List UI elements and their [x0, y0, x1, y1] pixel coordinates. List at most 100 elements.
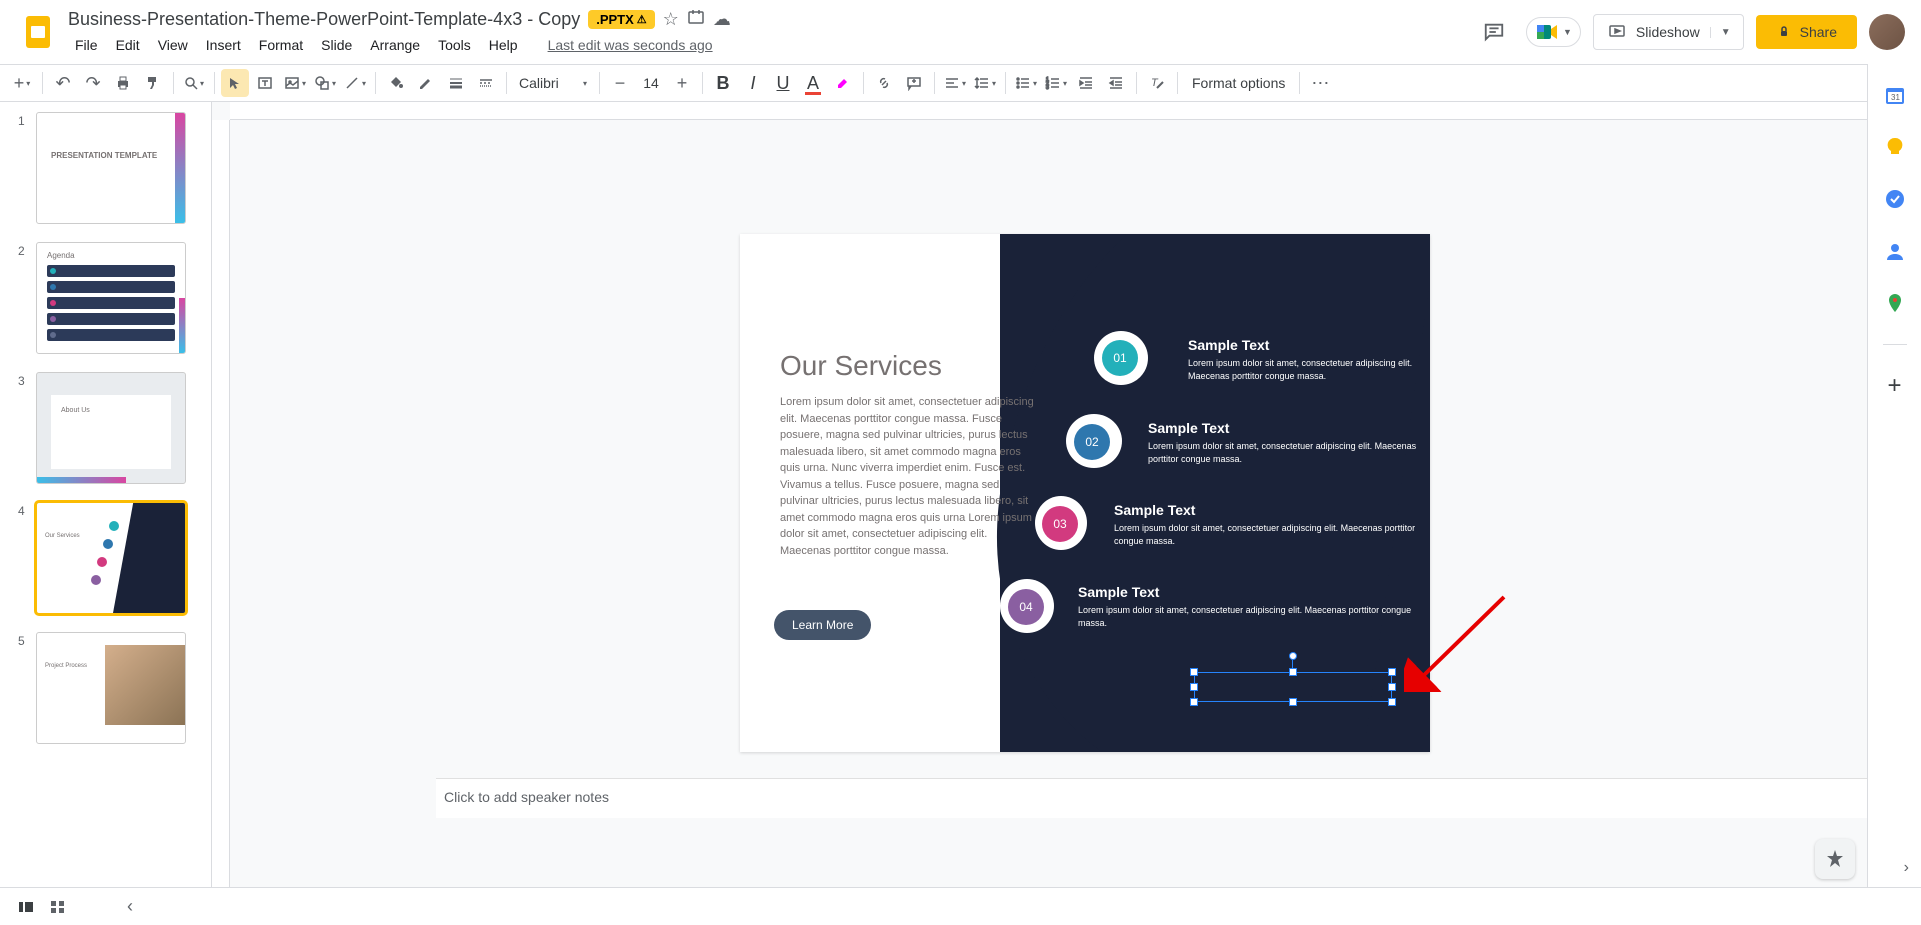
- select-tool[interactable]: [221, 69, 249, 97]
- slide-thumbnail-5[interactable]: Project Process: [36, 632, 186, 744]
- slide-thumbnail-2[interactable]: Agenda: [36, 242, 186, 354]
- text-color-button[interactable]: A: [799, 69, 827, 97]
- image-tool[interactable]: [281, 69, 309, 97]
- undo-button[interactable]: ↶: [49, 69, 77, 97]
- link-button[interactable]: [870, 69, 898, 97]
- star-icon[interactable]: ☆: [663, 9, 679, 30]
- indent-increase-button[interactable]: [1102, 69, 1130, 97]
- service-circle-2[interactable]: 02: [1074, 424, 1110, 460]
- border-weight-button[interactable]: [442, 69, 470, 97]
- font-size-input[interactable]: [636, 75, 666, 91]
- calendar-icon[interactable]: 31: [1884, 84, 1906, 106]
- font-family-select[interactable]: Calibri: [513, 69, 593, 97]
- horizontal-ruler[interactable]: [230, 102, 1921, 120]
- highlight-button[interactable]: [829, 69, 857, 97]
- service-item-3[interactable]: Sample TextLorem ipsum dolor sit amet, c…: [1114, 502, 1430, 547]
- fill-color-button[interactable]: [382, 69, 410, 97]
- vertical-ruler[interactable]: [212, 120, 230, 900]
- selection-handle[interactable]: [1190, 668, 1198, 676]
- underline-button[interactable]: U: [769, 69, 797, 97]
- font-size-decrease[interactable]: −: [606, 69, 634, 97]
- menu-arrange[interactable]: Arrange: [363, 33, 427, 57]
- selection-handle[interactable]: [1388, 683, 1396, 691]
- menu-tools[interactable]: Tools: [431, 33, 478, 57]
- grid-view-icon[interactable]: [42, 891, 74, 923]
- side-panel-collapse-icon[interactable]: ›: [1904, 859, 1909, 877]
- slide-body-text[interactable]: Lorem ipsum dolor sit amet, consectetuer…: [780, 394, 1040, 559]
- menu-help[interactable]: Help: [482, 33, 525, 57]
- slideshow-dropdown[interactable]: ▼: [1710, 27, 1741, 38]
- redo-button[interactable]: ↷: [79, 69, 107, 97]
- keep-icon[interactable]: [1884, 136, 1906, 158]
- service-circle-3[interactable]: 03: [1042, 506, 1078, 542]
- menu-insert[interactable]: Insert: [199, 33, 248, 57]
- bold-button[interactable]: B: [709, 69, 737, 97]
- slide-thumbnail-1[interactable]: PRESENTATION TEMPLATE: [36, 112, 186, 224]
- filmstrip-collapse-icon[interactable]: ‹: [114, 891, 146, 923]
- add-addon-icon[interactable]: +: [1884, 375, 1906, 397]
- format-options-button[interactable]: Format options: [1184, 75, 1293, 91]
- comments-icon[interactable]: [1474, 12, 1514, 52]
- menu-file[interactable]: File: [68, 33, 105, 57]
- last-edit-link[interactable]: Last edit was seconds ago: [541, 33, 720, 57]
- shape-tool[interactable]: [311, 69, 339, 97]
- meet-button[interactable]: ▼: [1526, 17, 1581, 47]
- menu-slide[interactable]: Slide: [314, 33, 359, 57]
- service-circle-1[interactable]: 01: [1102, 340, 1138, 376]
- service-circle-4[interactable]: 04: [1008, 589, 1044, 625]
- share-button[interactable]: Share: [1756, 15, 1857, 49]
- italic-button[interactable]: I: [739, 69, 767, 97]
- more-tools-button[interactable]: ⋯: [1306, 69, 1334, 97]
- numbered-list-button[interactable]: 123: [1042, 69, 1070, 97]
- slide-thumbnail-4[interactable]: Our Services: [36, 502, 186, 614]
- account-avatar[interactable]: [1869, 14, 1905, 50]
- service-item-4[interactable]: Sample TextLorem ipsum dolor sit amet, c…: [1078, 584, 1430, 629]
- line-tool[interactable]: [341, 69, 369, 97]
- menu-view[interactable]: View: [151, 33, 195, 57]
- slideshow-button[interactable]: Slideshow ▼: [1593, 14, 1744, 50]
- filmstrip-view-icon[interactable]: [10, 891, 42, 923]
- thumb-number: 4: [18, 502, 36, 614]
- clear-format-button[interactable]: T: [1143, 69, 1171, 97]
- explore-button[interactable]: [1815, 839, 1855, 879]
- service-item-1[interactable]: Sample TextLorem ipsum dolor sit amet, c…: [1188, 337, 1430, 382]
- maps-icon[interactable]: [1884, 292, 1906, 314]
- border-dash-button[interactable]: [472, 69, 500, 97]
- selection-handle[interactable]: [1190, 698, 1198, 706]
- selection-handle[interactable]: [1289, 698, 1297, 706]
- line-spacing-button[interactable]: [971, 69, 999, 97]
- selection-handle[interactable]: [1190, 683, 1198, 691]
- cloud-status-icon[interactable]: ☁: [713, 9, 731, 30]
- selection-handle[interactable]: [1289, 668, 1297, 676]
- print-button[interactable]: [109, 69, 137, 97]
- move-icon[interactable]: [687, 8, 705, 31]
- document-title[interactable]: Business-Presentation-Theme-PowerPoint-T…: [68, 9, 580, 30]
- service-item-2[interactable]: Sample TextLorem ipsum dolor sit amet, c…: [1148, 420, 1430, 465]
- align-button[interactable]: [941, 69, 969, 97]
- canvas-area[interactable]: Our Services Lorem ipsum dolor sit amet,…: [212, 102, 1921, 900]
- pptx-badge[interactable]: .PPTX ⚠: [588, 10, 654, 29]
- textbox-tool[interactable]: [251, 69, 279, 97]
- border-color-button[interactable]: [412, 69, 440, 97]
- contacts-icon[interactable]: [1884, 240, 1906, 262]
- learn-more-button[interactable]: Learn More: [774, 610, 871, 640]
- tasks-icon[interactable]: [1884, 188, 1906, 210]
- menu-edit[interactable]: Edit: [109, 33, 147, 57]
- font-size-increase[interactable]: +: [668, 69, 696, 97]
- zoom-button[interactable]: [180, 69, 208, 97]
- selection-handle[interactable]: [1388, 668, 1396, 676]
- bullet-list-button[interactable]: [1012, 69, 1040, 97]
- indent-decrease-button[interactable]: [1072, 69, 1100, 97]
- rotate-handle[interactable]: [1289, 652, 1297, 660]
- slide-title[interactable]: Our Services: [780, 350, 942, 382]
- menu-format[interactable]: Format: [252, 33, 310, 57]
- comment-button[interactable]: [900, 69, 928, 97]
- filmstrip[interactable]: 1 PRESENTATION TEMPLATE 2 Agenda 3 About…: [0, 102, 212, 900]
- speaker-notes[interactable]: Click to add speaker notes: [436, 778, 1911, 818]
- slide-canvas[interactable]: Our Services Lorem ipsum dolor sit amet,…: [740, 234, 1430, 752]
- slides-logo[interactable]: [16, 10, 60, 54]
- slide-thumbnail-3[interactable]: About Us: [36, 372, 186, 484]
- new-slide-button[interactable]: +: [8, 69, 36, 97]
- paint-format-button[interactable]: [139, 69, 167, 97]
- selection-handle[interactable]: [1388, 698, 1396, 706]
